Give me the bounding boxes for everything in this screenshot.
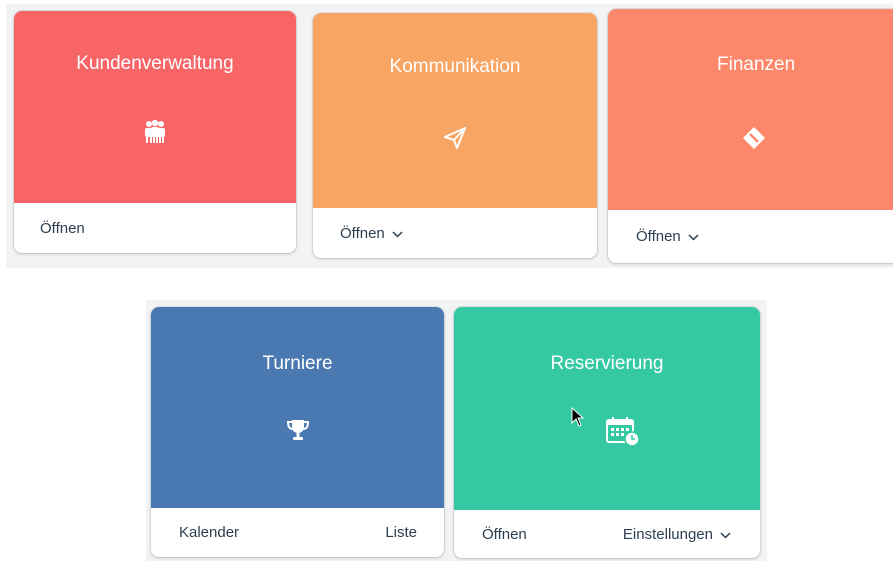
card-header[interactable]: Kommunikation [313, 13, 597, 208]
card-finanzen: Finanzen Öffnen [608, 9, 893, 263]
card-turniere: Turniere Kalender Liste [151, 307, 444, 557]
tag-icon [741, 125, 767, 156]
settings-dropdown-button[interactable]: Einstellungen [623, 526, 731, 543]
card-footer: Kalender Liste [151, 508, 444, 557]
card-header[interactable]: Kundenverwaltung [14, 11, 296, 203]
open-button[interactable]: Öffnen [482, 526, 527, 543]
calendar-clock-icon [605, 415, 641, 452]
mouse-pointer-icon [571, 406, 585, 432]
card-footer: Öffnen [14, 203, 296, 253]
card-title: Kundenverwaltung [76, 53, 234, 74]
trophy-icon [285, 417, 311, 448]
open-label: Öffnen [40, 219, 85, 237]
calendar-label: Kalender [179, 524, 240, 541]
list-button[interactable]: Liste [385, 524, 417, 541]
open-dropdown-button[interactable]: Öffnen [340, 225, 403, 242]
calendar-button[interactable]: Kalender [179, 524, 239, 541]
open-dropdown-button[interactable]: Öffnen [636, 228, 699, 245]
open-label: Öffnen [340, 224, 385, 242]
list-label: Liste [385, 524, 417, 541]
card-title: Turniere [262, 353, 333, 374]
card-footer: Öffnen [608, 210, 893, 263]
card-title: Kommunikation [389, 56, 521, 77]
people-group-icon [140, 119, 170, 150]
card-title: Reservierung [550, 353, 664, 374]
settings-label: Einstellungen [622, 525, 713, 543]
open-button[interactable]: Öffnen [40, 220, 85, 237]
card-title: Finanzen [717, 54, 796, 75]
card-header[interactable]: Turniere [151, 307, 444, 508]
card-footer: Öffnen [313, 208, 597, 258]
card-header[interactable]: Finanzen [608, 9, 893, 210]
card-kommunikation: Kommunikation Öffnen [313, 13, 597, 258]
card-footer: Öffnen Einstellungen [454, 510, 760, 558]
card-header[interactable]: Reservierung [454, 307, 760, 510]
chevron-down-icon [720, 526, 731, 543]
paper-plane-icon [442, 125, 468, 156]
open-label: Öffnen [636, 228, 681, 245]
chevron-down-icon [392, 225, 403, 242]
card-kundenverwaltung: Kundenverwaltung Öffnen [14, 11, 296, 253]
card-reservierung: Reservierung Öffnen Einstellungen [454, 307, 760, 558]
chevron-down-icon [688, 228, 699, 245]
open-label: Öffnen [482, 525, 527, 543]
